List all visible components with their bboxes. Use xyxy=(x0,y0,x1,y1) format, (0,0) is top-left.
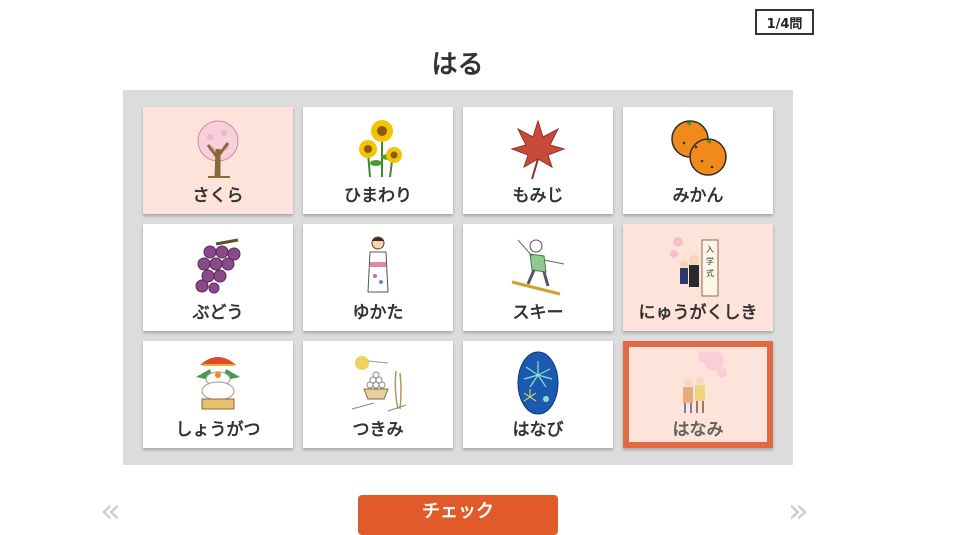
card-label: にゅうがくしき xyxy=(638,303,758,323)
prev-arrow[interactable]: « xyxy=(100,494,121,528)
card-label: つきみ xyxy=(352,420,404,440)
card-budou[interactable]: ぶどう xyxy=(143,224,293,331)
card-mikan[interactable]: みかん xyxy=(623,107,773,214)
card-label: はなみ xyxy=(672,420,724,440)
card-hanami[interactable]: はなみ xyxy=(623,341,773,448)
card-label: さくら xyxy=(192,186,244,206)
card-himawari[interactable]: ひまわり xyxy=(303,107,453,214)
card-nyuugakushiki[interactable]: 入 学 式 にゅうがくしき xyxy=(623,224,773,331)
kagami-mochi-icon xyxy=(196,357,240,410)
card-tsukimi[interactable]: つきみ xyxy=(303,341,453,448)
svg-text:式: 式 xyxy=(706,268,714,278)
sunflower-icon xyxy=(359,120,402,178)
next-arrow[interactable]: » xyxy=(788,494,809,528)
page-title: はる xyxy=(431,50,484,80)
cherry-tree-icon xyxy=(197,120,239,178)
question-counter: 1/4問 xyxy=(755,9,814,35)
card-label: もみじ xyxy=(512,186,564,206)
moon-viewing-icon xyxy=(351,356,407,412)
entrance-ceremony-icon: 入 学 式 xyxy=(670,237,719,297)
mandarin-orange-icon xyxy=(671,120,727,176)
check-button[interactable]: チェック xyxy=(358,495,558,535)
skier-icon xyxy=(511,239,565,296)
card-label: ゆかた xyxy=(352,303,404,323)
fireworks-icon xyxy=(517,351,559,415)
card-label: はなび xyxy=(512,420,564,440)
svg-text:学: 学 xyxy=(706,256,714,266)
card-label: スキー xyxy=(512,303,564,323)
card-label: しょうがつ xyxy=(175,420,261,440)
card-sakura[interactable]: さくら xyxy=(143,107,293,214)
maple-leaf-icon xyxy=(510,119,566,180)
card-ski[interactable]: スキー xyxy=(463,224,613,331)
card-grid: さくら ひまわり もみじ みかん ぶどう ゆかた スキー 入 学 式 にゅうがく… xyxy=(123,90,793,465)
card-shougatsu[interactable]: しょうがつ xyxy=(143,341,293,448)
card-label: ひまわり xyxy=(344,186,412,206)
card-momiji[interactable]: もみじ xyxy=(463,107,613,214)
svg-text:入: 入 xyxy=(706,245,714,254)
yukata-woman-icon xyxy=(367,236,389,293)
hanami-icon xyxy=(683,351,727,413)
card-label: ぶどう xyxy=(192,303,244,323)
card-yukata[interactable]: ゆかた xyxy=(303,224,453,331)
card-label: みかん xyxy=(672,186,724,206)
grapes-icon xyxy=(195,238,241,294)
card-hanabi[interactable]: はなび xyxy=(463,341,613,448)
